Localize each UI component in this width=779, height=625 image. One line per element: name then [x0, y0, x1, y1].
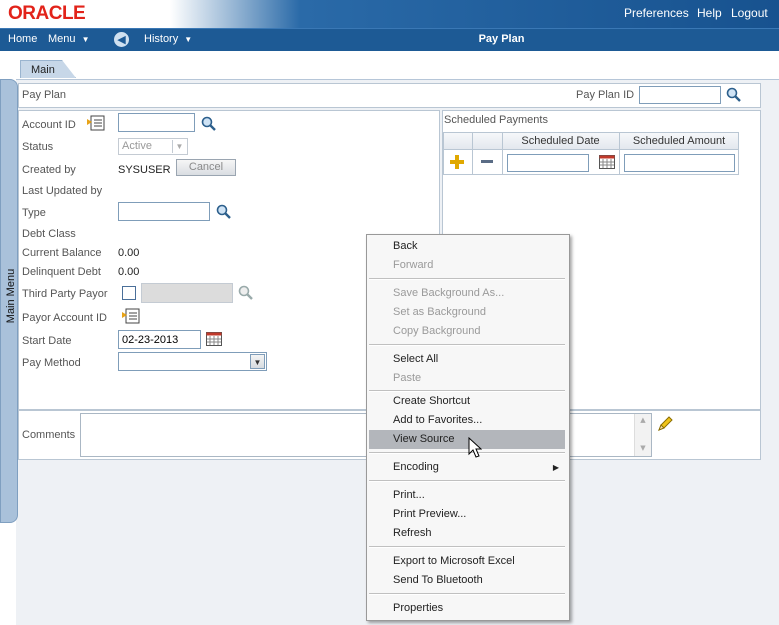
context-menu: Back Forward Save Background As... Set a… [366, 234, 570, 621]
edit-pencil-icon[interactable] [656, 415, 674, 433]
calendar-icon[interactable] [206, 332, 222, 346]
scheduled-date-input[interactable] [507, 154, 589, 172]
calendar-icon[interactable] [599, 155, 615, 169]
menu-separator [369, 480, 565, 482]
menu-item-view-source[interactable]: View Source [369, 430, 565, 449]
page-title: Pay Plan [478, 33, 525, 45]
mouse-cursor-icon [468, 437, 482, 458]
main-menu-label: Main Menu [5, 268, 17, 324]
debt-class-label: Debt Class [22, 228, 76, 240]
logout-link[interactable]: Logout [731, 6, 768, 20]
scheduled-payments-title: Scheduled Payments [444, 114, 548, 126]
menu-item-save-background: Save Background As... [393, 287, 505, 299]
delinquent-debt-label: Delinquent Debt [22, 266, 101, 278]
add-row-icon[interactable] [449, 154, 465, 170]
current-balance-label: Current Balance [22, 247, 102, 259]
account-id-input[interactable] [118, 113, 195, 132]
cancel-button: Cancel [176, 159, 236, 176]
delinquent-debt-value: 0.00 [118, 266, 140, 278]
search-icon[interactable] [201, 116, 217, 132]
account-context-icon[interactable] [121, 308, 141, 324]
current-balance-value: 0.00 [118, 247, 140, 259]
pay-plan-section-label: Pay Plan [22, 89, 67, 101]
menu-separator [369, 344, 565, 346]
menu-separator [369, 593, 565, 595]
help-link[interactable]: Help [697, 6, 722, 20]
menu-item-copy-background: Copy Background [393, 325, 481, 337]
pay-method-label: Pay Method [22, 357, 81, 369]
scheduled-payments-table: Scheduled Date Scheduled Amount [443, 132, 739, 175]
last-updated-label: Last Updated by [22, 185, 103, 197]
type-input[interactable] [118, 202, 210, 221]
scheduled-date-header: Scheduled Date [521, 135, 600, 147]
menu-item-print-preview[interactable]: Print Preview... [369, 505, 565, 524]
menu-item-properties[interactable]: Properties [369, 599, 565, 618]
chevron-down-icon: ▼ [172, 140, 186, 153]
pay-plan-id-input[interactable] [639, 86, 721, 104]
start-date-label: Start Date [22, 335, 72, 347]
menu-item-set-background: Set as Background [393, 306, 486, 318]
comments-label: Comments [22, 429, 76, 441]
menu-item-select-all[interactable]: Select All [369, 350, 565, 369]
pay-plan-id-label: Pay Plan ID [576, 89, 635, 101]
remove-row-icon[interactable] [479, 154, 495, 170]
menu-separator [369, 278, 565, 280]
pay-method-select[interactable]: ▼ [118, 352, 267, 371]
pay-plan-header: Pay Plan Pay Plan ID [18, 83, 761, 108]
menu-separator [369, 452, 565, 454]
search-icon[interactable] [216, 204, 232, 220]
menu-item-send-bluetooth[interactable]: Send To Bluetooth [369, 571, 565, 590]
payor-field-disabled [141, 283, 233, 303]
menu-item-create-shortcut[interactable]: Create Shortcut [369, 392, 565, 411]
payor-account-id-label: Payor Account ID [22, 312, 107, 324]
menu-item-forward: Forward [393, 259, 434, 271]
tab-strip [0, 51, 779, 79]
nav-bar: Home Menu ▼ ◀ History ▼ Pay Plan [0, 28, 779, 52]
scroll-down-icon[interactable]: ▼ [635, 442, 651, 454]
menu-item-encoding[interactable]: Encoding ▶ [369, 458, 565, 477]
scheduled-amount-header: Scheduled Amount [632, 135, 726, 147]
search-icon[interactable] [726, 87, 742, 103]
created-by-value: SYSUSER [118, 164, 171, 176]
start-date-input[interactable] [118, 330, 201, 349]
third-party-payor-label: Third Party Payor [22, 288, 108, 300]
menu-item-add-favorites[interactable]: Add to Favorites... [369, 411, 565, 430]
chevron-down-icon[interactable]: ▼ [250, 354, 265, 369]
menu-item-export-excel[interactable]: Export to Microsoft Excel [369, 552, 565, 571]
account-id-label: Account ID [22, 119, 76, 131]
oracle-logo: ORACLE [8, 3, 86, 24]
menu-item-encoding-label: Encoding [393, 461, 439, 473]
status-label: Status [22, 141, 54, 153]
menu-separator [369, 546, 565, 548]
status-select: Active ▼ [118, 138, 188, 155]
submenu-arrow-icon: ▶ [552, 463, 559, 472]
account-context-icon[interactable] [86, 115, 106, 131]
status-value: Active [122, 140, 152, 152]
search-icon [238, 285, 253, 300]
third-party-payor-checkbox[interactable] [122, 286, 136, 300]
preferences-link[interactable]: Preferences [624, 6, 689, 20]
created-by-label: Created by [22, 164, 76, 176]
comments-scrollbar[interactable]: ▲ ▼ [634, 414, 651, 456]
scroll-up-icon[interactable]: ▲ [635, 414, 651, 426]
menu-item-print[interactable]: Print... [369, 486, 565, 505]
type-label: Type [22, 207, 46, 219]
menu-item-paste: Paste [393, 372, 422, 384]
menu-item-refresh[interactable]: Refresh [369, 524, 565, 543]
scheduled-amount-input[interactable] [624, 154, 735, 172]
menu-item-back[interactable]: Back [369, 237, 565, 256]
